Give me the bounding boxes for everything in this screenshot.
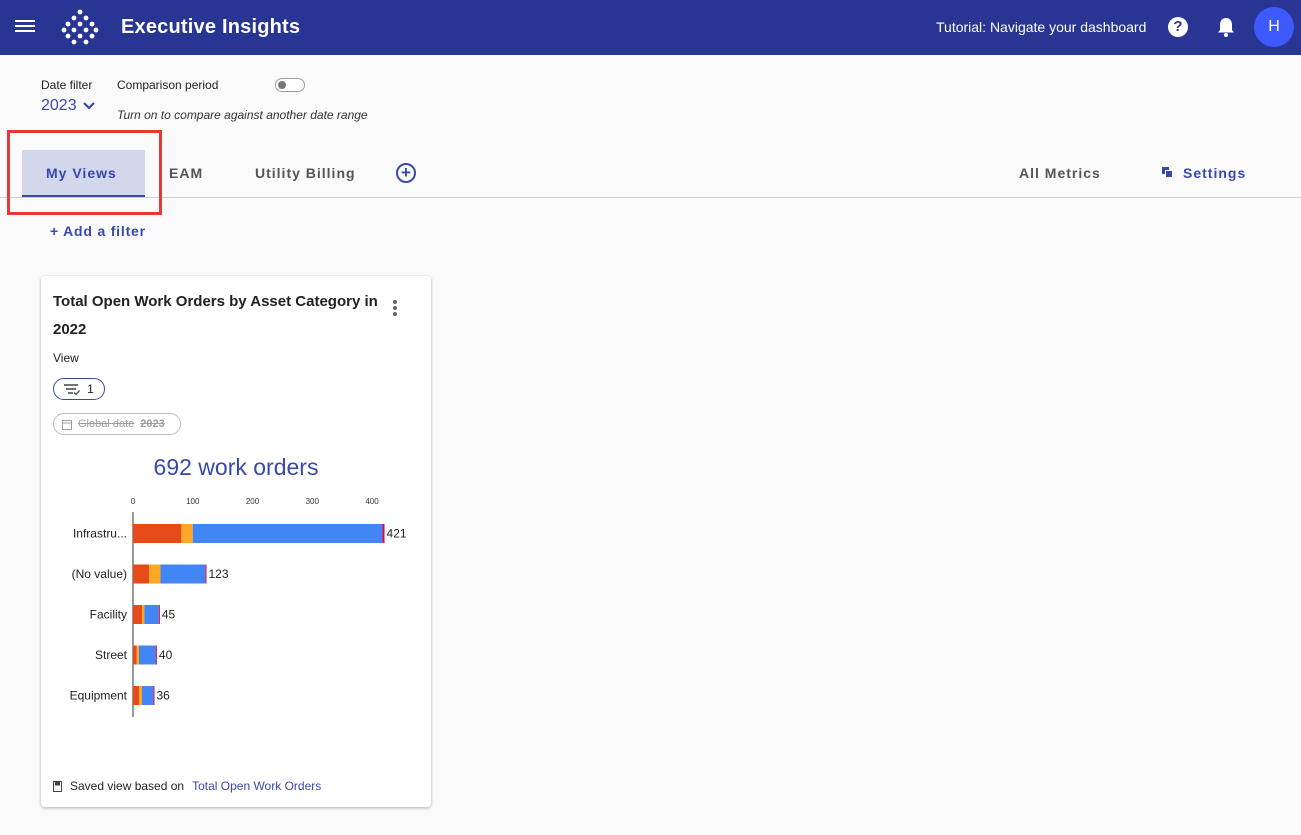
date-filter-dropdown[interactable]: 2023 [41, 97, 95, 115]
card-footer: Saved view based on Total Open Work Orde… [53, 779, 321, 793]
bar-total-label: 421 [387, 527, 407, 541]
x-tick-label: 400 [365, 497, 379, 506]
bar-segment [144, 605, 159, 624]
bar-segment [133, 686, 139, 705]
bar-segment [141, 686, 154, 705]
app-header: Executive Insights Tutorial: Navigate yo… [0, 0, 1301, 55]
notifications-bell-icon[interactable] [1216, 16, 1236, 38]
total-work-orders: 692 work orders [153, 454, 319, 480]
x-tick-label: 0 [131, 497, 136, 506]
calendar-icon [62, 419, 72, 430]
bar-segment [205, 564, 207, 584]
tab-eam[interactable]: EAM [169, 165, 203, 181]
bar-segment [133, 645, 137, 665]
tabs-divider [0, 197, 1301, 198]
bar-segment [160, 564, 206, 584]
user-avatar[interactable]: H [1254, 7, 1294, 47]
date-filter-label: Date filter [41, 78, 93, 92]
bar-total-label: 36 [157, 689, 171, 703]
comparison-period-toggle[interactable] [275, 78, 305, 92]
bar-total-label: 123 [208, 567, 228, 581]
filter-count-chip[interactable]: 1 [53, 378, 105, 400]
tab-my-views[interactable]: My Views [46, 165, 117, 181]
global-date-label: Global date [78, 418, 135, 430]
tutorial-link[interactable]: Tutorial: Navigate your dashboard [936, 19, 1146, 35]
date-filter-value: 2023 [41, 97, 77, 114]
category-label: Infrastru... [73, 527, 127, 541]
tab-all-metrics[interactable]: All Metrics [1019, 165, 1101, 181]
bar-segment [192, 524, 383, 543]
app-title: Executive Insights [121, 16, 301, 38]
bar-segment [141, 605, 145, 624]
bar-segment [158, 605, 160, 624]
comparison-period-label: Comparison period [117, 78, 219, 92]
global-date-value: 2023 [140, 418, 165, 430]
chevron-down-icon [82, 102, 95, 110]
bar-segment [138, 686, 142, 705]
bar-segment [153, 686, 155, 705]
work-orders-card: Total Open Work Orders by Asset Category… [41, 276, 431, 807]
bar-segment [133, 605, 142, 624]
copy-settings-icon[interactable] [1162, 167, 1173, 178]
category-label: (No value) [72, 567, 127, 581]
bar-segment [382, 524, 385, 543]
add-tab-plus-icon[interactable]: + [396, 163, 416, 183]
help-icon[interactable]: ? [1168, 17, 1188, 37]
global-date-chip: Global date 2023 [53, 413, 181, 435]
x-tick-label: 200 [246, 497, 260, 506]
category-label: Facility [90, 608, 127, 622]
bar-segment [155, 645, 157, 665]
card-subtitle: View [53, 351, 79, 365]
category-label: Street [95, 648, 128, 662]
app-logo-icon [61, 9, 99, 45]
total-open-work-orders-link[interactable]: Total Open Work Orders [192, 779, 321, 793]
comparison-period-hint: Turn on to compare against another date … [117, 108, 368, 122]
bar-total-label: 45 [162, 608, 176, 622]
x-tick-label: 300 [306, 497, 320, 506]
add-filter-button[interactable]: + Add a filter [50, 223, 146, 239]
card-title: Total Open Work Orders by Asset Category… [53, 293, 378, 338]
bar-segment [136, 645, 139, 665]
menu-icon[interactable] [15, 17, 35, 37]
more-vert-icon[interactable] [390, 300, 400, 316]
bar-segment [133, 524, 182, 543]
bar-segment [138, 645, 156, 665]
category-label: Equipment [70, 689, 128, 703]
bar-segment [133, 564, 150, 584]
filter-count: 1 [87, 382, 94, 396]
x-tick-label: 100 [186, 497, 200, 506]
tab-settings[interactable]: Settings [1183, 165, 1246, 181]
bar-segment [149, 564, 161, 584]
work-orders-bar-chart: 0 100 200 300 400 Infrastru... 421 (No value) 12… [70, 497, 407, 717]
saved-view-icon [53, 780, 62, 792]
tab-utility-billing[interactable]: Utility Billing [255, 165, 356, 181]
filter-list-icon [64, 383, 81, 395]
bar-total-label: 40 [159, 648, 173, 662]
footer-text: Saved view based on [70, 779, 185, 793]
bar-segment [181, 524, 193, 543]
